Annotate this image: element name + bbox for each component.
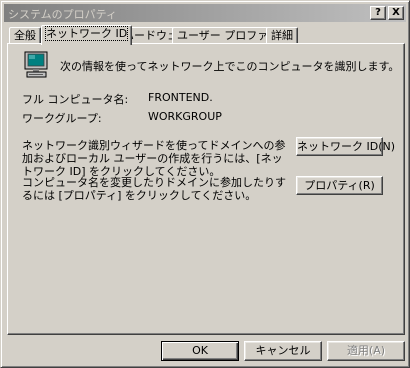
tab-network-id[interactable]: ネットワーク ID [41,25,133,45]
full-name-value: FRONTEND. [148,91,213,104]
workgroup-value: WORKGROUP [148,110,222,123]
wizard-description: ネットワーク識別ウィザードを使ってドメインへの参加およびローカル ユーザーの作成… [22,139,286,178]
help-button[interactable]: ? [370,6,386,20]
properties-button[interactable]: プロパティ(R) [296,176,383,195]
system-properties-window: システムのプロパティ ? X 全般 ネットワーク ID ハードウェア ユーザー … [0,0,410,368]
intro-text: 次の情報を使ってネットワーク上でこのコンピュータを識別します。 [60,60,400,73]
full-name-label: フル コンピュータ名: [22,93,129,106]
tab-advanced-label: 詳細 [271,29,293,42]
workgroup-label: ワークグループ: [22,112,102,125]
network-id-panel: 次の情報を使ってネットワーク上でこのコンピュータを識別します。 フル コンピュー… [7,43,405,335]
computer-icon [24,51,48,78]
window-title: システムのプロパティ [8,8,118,21]
title-bar[interactable]: システムのプロパティ ? X [4,4,406,22]
ok-button[interactable]: OK [161,341,239,361]
rename-description: コンピュータ名を変更したりドメインに参加したりするには [プロパティ] をクリッ… [22,176,286,202]
tab-general[interactable]: 全般 [9,27,41,43]
cancel-button[interactable]: キャンセル [244,341,322,361]
tab-network-id-label: ネットワーク ID [44,26,129,41]
tab-general-label: 全般 [14,29,36,42]
close-button[interactable]: X [388,6,404,20]
tab-strip: 全般 ネットワーク ID ハードウェア ユーザー プロファイル 詳細 [7,25,405,45]
apply-button[interactable]: 適用(A) [327,341,405,361]
network-id-button[interactable]: ネットワーク ID(N) [296,137,395,156]
tab-advanced[interactable]: 詳細 [266,27,298,43]
